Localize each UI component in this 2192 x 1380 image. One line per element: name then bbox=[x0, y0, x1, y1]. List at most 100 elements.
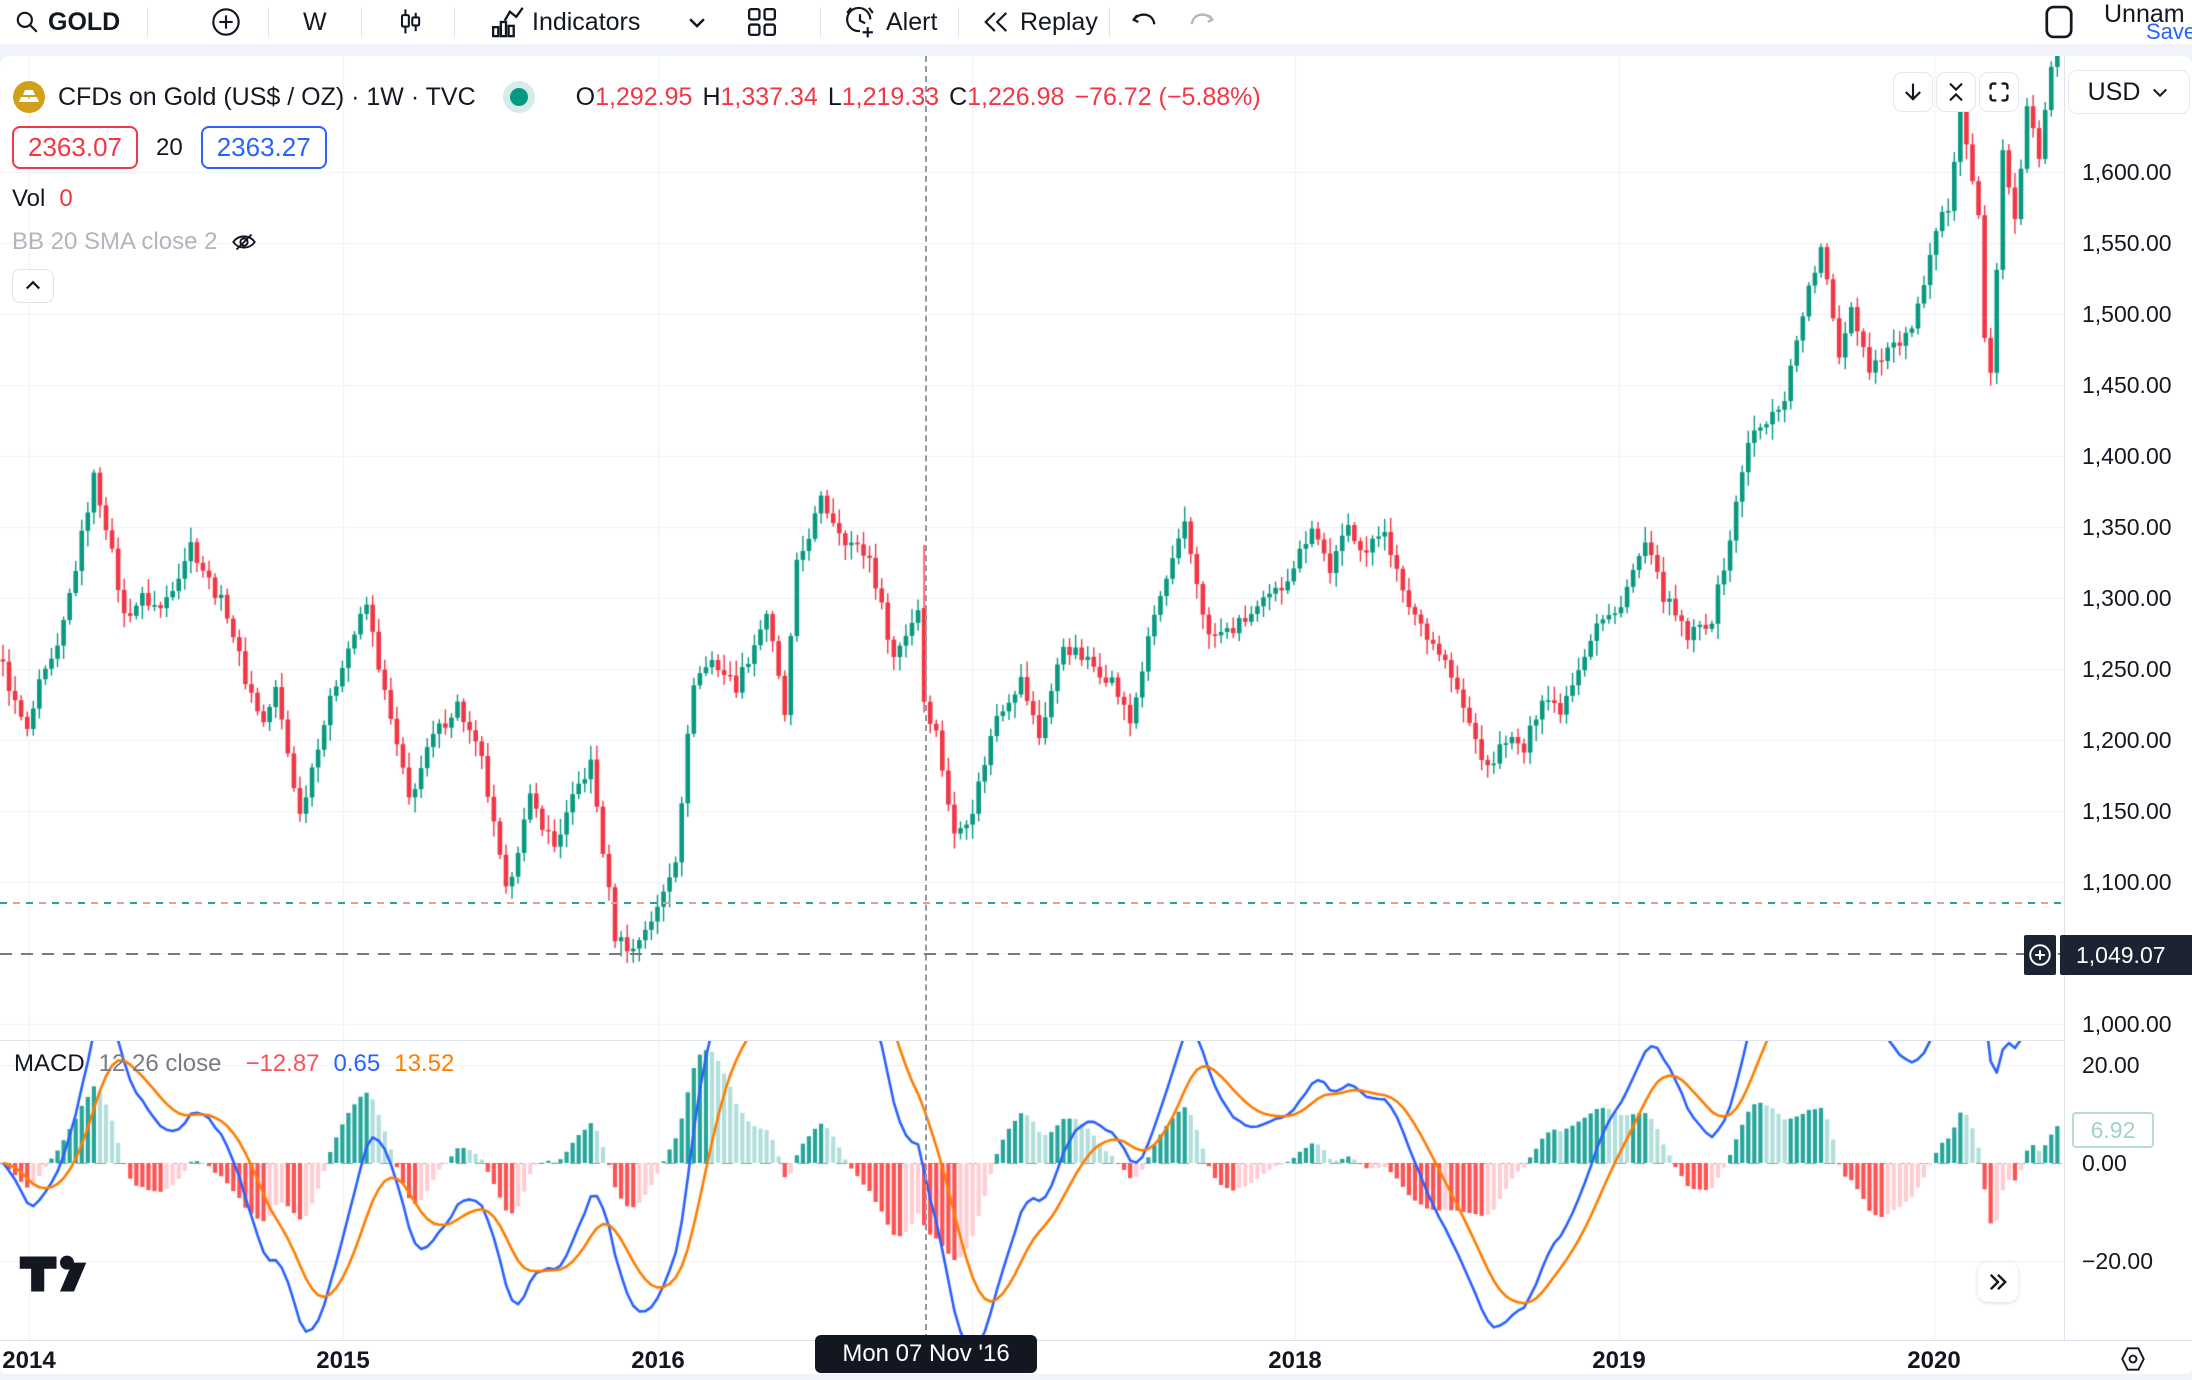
bid-ask-row: 2363.07 20 2363.27 bbox=[12, 126, 1261, 169]
indicators-menu-arrow[interactable] bbox=[686, 0, 708, 44]
layout-grid-button[interactable] bbox=[744, 0, 780, 44]
redo-button[interactable] bbox=[1186, 0, 1218, 44]
redo-icon bbox=[1186, 6, 1218, 38]
hidden-eye-icon[interactable] bbox=[229, 227, 259, 257]
chart-style-button[interactable] bbox=[394, 0, 426, 44]
ohlc-values: O1,292.95 H1,337.34 L1,219.33 C1,226.98 … bbox=[576, 83, 1261, 112]
plus-circle-icon bbox=[2027, 942, 2053, 968]
legend-collapse-button[interactable] bbox=[12, 269, 54, 303]
bb-indicator-row: BB 20 SMA close 2 bbox=[12, 227, 1261, 257]
toolbar-separator bbox=[820, 7, 821, 37]
interval-button[interactable]: W bbox=[303, 0, 327, 44]
add-alert-plus-button[interactable] bbox=[2024, 935, 2056, 975]
collapse-pane-button[interactable] bbox=[1936, 72, 1976, 112]
toolbar-separator bbox=[361, 7, 362, 37]
pane-divider[interactable] bbox=[0, 1040, 2192, 1041]
collapse-chevrons-icon bbox=[1944, 80, 1968, 104]
currency-dropdown[interactable]: USD bbox=[2068, 70, 2190, 114]
market-status-icon bbox=[502, 80, 536, 114]
grid-layout-icon bbox=[744, 4, 780, 40]
toolbar-separator bbox=[1109, 7, 1110, 37]
candlestick-icon bbox=[394, 6, 426, 38]
chart-legend: CFDs on Gold (US$ / OZ) · 1W · TVC O1,29… bbox=[12, 80, 1261, 303]
macd-signal-value: 13.52 bbox=[394, 1050, 454, 1078]
alert-clock-icon bbox=[842, 4, 878, 40]
settings-hexagon-icon bbox=[2118, 1344, 2148, 1374]
macd-legend: MACD 12 26 close −12.87 0.65 13.52 bbox=[14, 1050, 454, 1078]
price-axis-label: 1,000.00 bbox=[2082, 1011, 2172, 1038]
indicators-button[interactable]: Indicators bbox=[488, 0, 640, 44]
macd-name[interactable]: MACD bbox=[14, 1050, 85, 1078]
tradingview-logo[interactable] bbox=[18, 1250, 88, 1303]
symbol-search-button[interactable]: GOLD bbox=[14, 0, 120, 44]
bb-label: BB 20 SMA close 2 bbox=[12, 228, 217, 256]
year-label: 2016 bbox=[618, 1347, 698, 1374]
change-value: −76.72 (−5.88%) bbox=[1074, 83, 1260, 112]
arrow-down-icon bbox=[1901, 80, 1925, 104]
price-axis-label: 1,350.00 bbox=[2082, 514, 2172, 541]
year-label: 2014 bbox=[0, 1347, 69, 1374]
replay-rewind-icon bbox=[980, 6, 1012, 38]
fullscreen-button[interactable] bbox=[1979, 72, 2019, 112]
year-label: 2019 bbox=[1579, 1347, 1659, 1374]
alert-price-line[interactable] bbox=[0, 953, 2062, 955]
high-value: 1,337.34 bbox=[721, 83, 818, 111]
spread-value: 20 bbox=[156, 134, 183, 162]
price-axis-label: 1,500.00 bbox=[2082, 301, 2172, 328]
more-panes-button[interactable] bbox=[1978, 1262, 2018, 1302]
indicators-icon bbox=[488, 4, 524, 40]
undo-button[interactable] bbox=[1128, 0, 1160, 44]
plus-circle-icon bbox=[210, 6, 242, 38]
timezone-settings-button[interactable] bbox=[2118, 1344, 2148, 1374]
save-button[interactable]: Save bbox=[2146, 10, 2192, 54]
buy-ask-button[interactable]: 2363.27 bbox=[201, 126, 327, 169]
price-axis-label: 1,300.00 bbox=[2082, 585, 2172, 612]
symbol-name: GOLD bbox=[48, 8, 120, 37]
close-value: 1,226.98 bbox=[967, 83, 1064, 111]
toolbar-separator bbox=[958, 7, 959, 37]
symbol-title[interactable]: CFDs on Gold (US$ / OZ) · 1W · TVC bbox=[58, 83, 476, 112]
price-axis-label: 1,600.00 bbox=[2082, 159, 2172, 186]
year-label: 2018 bbox=[1255, 1347, 1335, 1374]
replay-button[interactable]: Replay bbox=[980, 0, 1098, 44]
price-axis-label: 1,550.00 bbox=[2082, 230, 2172, 257]
layout-tab-button[interactable] bbox=[2040, 0, 2078, 44]
save-label: Save bbox=[2146, 19, 2192, 45]
alert-price-tag: 1,049.07 bbox=[2060, 935, 2192, 975]
scroll-to-latest-button[interactable] bbox=[1893, 72, 1933, 112]
price-axis-label: 1,100.00 bbox=[2082, 869, 2172, 896]
alert-button[interactable]: Alert bbox=[842, 0, 937, 44]
replay-label: Replay bbox=[1020, 8, 1098, 37]
price-axis-label: 1,400.00 bbox=[2082, 443, 2172, 470]
macd-axis-label: 0.00 bbox=[2082, 1150, 2127, 1177]
low-value: 1,219.33 bbox=[842, 83, 939, 111]
price-axis-label: 1,200.00 bbox=[2082, 727, 2172, 754]
toolbar-separator bbox=[268, 7, 269, 37]
bb-hidden-dotted-line bbox=[0, 902, 2062, 904]
sell-bid-button[interactable]: 2363.07 bbox=[12, 126, 138, 169]
macd-current-value-badge: 6.92 bbox=[2072, 1112, 2154, 1148]
double-chevron-right-icon bbox=[1986, 1270, 2010, 1294]
volume-label: Vol bbox=[12, 185, 45, 213]
macd-pane-canvas[interactable] bbox=[0, 1041, 2064, 1340]
year-label: 2015 bbox=[303, 1347, 383, 1374]
bottom-strip bbox=[0, 1374, 2192, 1380]
price-axis-label: 1,450.00 bbox=[2082, 372, 2172, 399]
tradingview-app: GOLD W Indicators bbox=[0, 0, 2192, 1380]
time-axis-panel[interactable]: 201420152016201820192020 bbox=[0, 1340, 2192, 1374]
layout-frame-icon bbox=[2040, 3, 2078, 41]
compare-add-button[interactable] bbox=[210, 0, 242, 44]
volume-row: Vol 0 bbox=[12, 185, 1261, 213]
interval-label: W bbox=[303, 8, 327, 37]
macd-hist-value: −12.87 bbox=[245, 1050, 319, 1078]
price-axis-label: 1,150.00 bbox=[2082, 798, 2172, 825]
currency-value: USD bbox=[2088, 78, 2141, 107]
tradingview-logo-icon bbox=[18, 1250, 88, 1298]
open-value: 1,292.95 bbox=[595, 83, 692, 111]
alert-label: Alert bbox=[886, 8, 937, 37]
search-icon bbox=[14, 9, 40, 35]
chevron-up-icon bbox=[23, 276, 43, 296]
toolbar-separator bbox=[454, 7, 455, 37]
volume-value: 0 bbox=[59, 185, 72, 213]
macd-axis-label: −20.00 bbox=[2082, 1248, 2153, 1275]
